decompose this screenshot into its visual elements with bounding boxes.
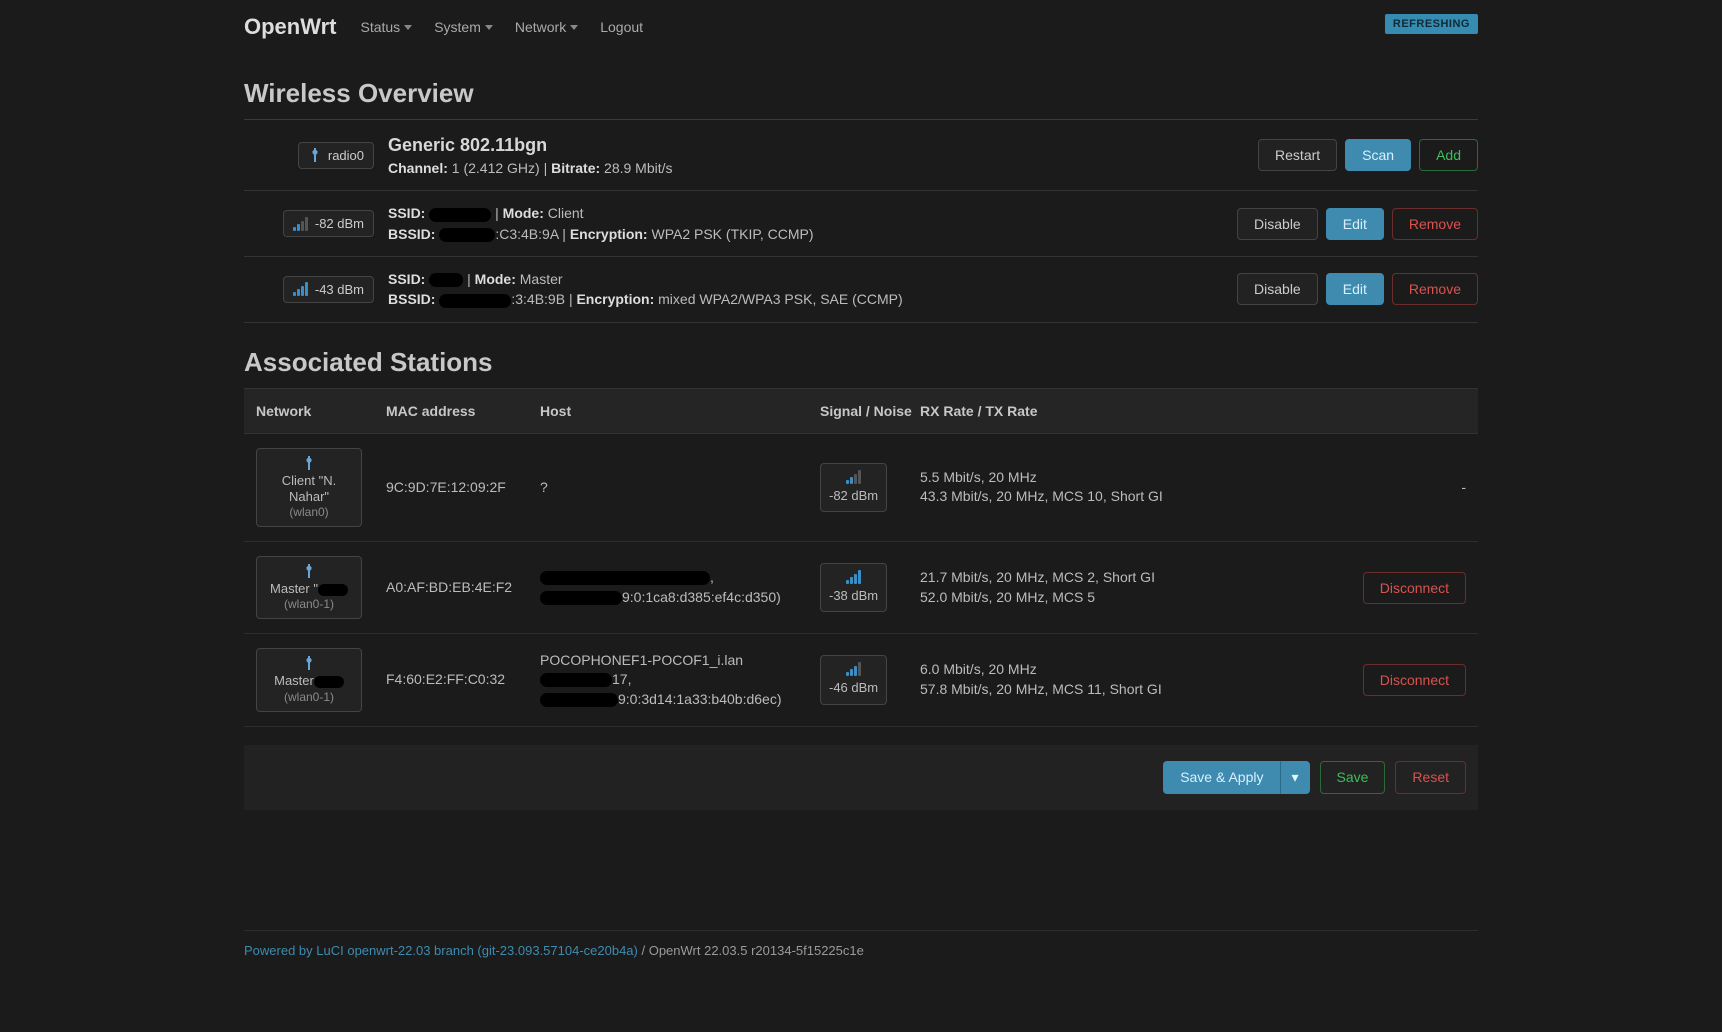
device-details: Channel: 1 (2.412 GHz) | Bitrate: 28.9 M… — [388, 158, 1224, 178]
signal-badge: -38 dBm — [820, 563, 887, 612]
stations-heading: Associated Stations — [244, 347, 1478, 378]
iface-line2: BSSID: :C3:4B:9A | Encryption: WPA2 PSK … — [388, 224, 1224, 244]
col-network: Network — [256, 403, 386, 419]
signal-icon — [846, 570, 862, 584]
brand: OpenWrt — [244, 14, 336, 40]
station-mac: A0:AF:BD:EB:4E:F2 — [386, 578, 540, 598]
navbar: OpenWrt Status System Network Logout REF… — [244, 0, 1478, 54]
station-rate: 21.7 Mbit/s, 20 MHz, MCS 2, Short GI 52.… — [920, 568, 1178, 607]
antenna-icon — [308, 148, 322, 162]
redacted — [429, 273, 463, 287]
chevron-down-icon — [570, 25, 578, 30]
network-badge: Master " (wlan0-1) — [256, 556, 362, 619]
signal-icon — [293, 282, 309, 296]
redacted — [540, 693, 618, 707]
col-host: Host — [540, 403, 820, 419]
redacted — [318, 584, 348, 596]
action-bar: Save & Apply ▾ Save Reset — [244, 745, 1478, 810]
signal-icon — [846, 662, 862, 676]
col-mac: MAC address — [386, 403, 540, 419]
device-title: Generic 802.11bgn — [388, 132, 1224, 158]
redacted — [540, 591, 622, 605]
disconnect-button[interactable]: Disconnect — [1363, 572, 1466, 604]
iface-line2: BSSID: :3:4B:9B | Encryption: mixed WPA2… — [388, 289, 1224, 309]
antenna-icon — [302, 656, 316, 670]
redacted — [439, 294, 511, 308]
disable-button[interactable]: Disable — [1237, 273, 1318, 305]
signal-icon — [293, 217, 309, 231]
signal-badge: -82 dBm — [820, 463, 887, 512]
chevron-down-icon — [485, 25, 493, 30]
save-apply-dropdown[interactable]: ▾ — [1280, 761, 1309, 794]
redacted — [429, 208, 491, 222]
nav-network[interactable]: Network — [515, 19, 578, 35]
add-button[interactable]: Add — [1419, 139, 1478, 171]
iface-row: -82 dBm SSID: | Mode: Client BSSID: :C3:… — [244, 191, 1478, 257]
footer: Powered by LuCI openwrt-22.03 branch (gi… — [244, 930, 1478, 970]
radio-badge: radio0 — [298, 142, 374, 169]
remove-button[interactable]: Remove — [1392, 273, 1478, 305]
station-host: , 9:0:1ca8:d385:ef4c:d350) — [540, 568, 820, 607]
edit-button[interactable]: Edit — [1326, 273, 1384, 305]
station-row: Master (wlan0-1) F4:60:E2:FF:C0:32 POCOP… — [244, 634, 1478, 726]
signal-icon — [846, 470, 862, 484]
refresh-badge[interactable]: REFRESHING — [1385, 14, 1478, 34]
nav-menu: Status System Network Logout — [360, 19, 643, 35]
antenna-icon — [302, 564, 316, 578]
radio-row: radio0 Generic 802.11bgn Channel: 1 (2.4… — [244, 120, 1478, 191]
station-host: POCOPHONEF1-POCOF1_i.lan 17, 9:0:3d14:1a… — [540, 651, 820, 710]
nav-system[interactable]: System — [434, 19, 493, 35]
iface-line1: SSID: | Mode: Master — [388, 269, 1224, 289]
overview-heading: Wireless Overview — [244, 78, 1478, 109]
signal-badge: -43 dBm — [283, 276, 374, 303]
redacted — [540, 673, 612, 687]
remove-button[interactable]: Remove — [1392, 208, 1478, 240]
station-rate: 6.0 Mbit/s, 20 MHz 57.8 Mbit/s, 20 MHz, … — [920, 660, 1178, 699]
table-header: Network MAC address Host Signal / Noise … — [244, 388, 1478, 434]
signal-badge: -46 dBm — [820, 655, 887, 704]
chevron-down-icon — [404, 25, 412, 30]
station-mac: F4:60:E2:FF:C0:32 — [386, 670, 540, 690]
col-rate: RX Rate / TX Rate — [920, 403, 1178, 419]
footer-link[interactable]: Powered by LuCI openwrt-22.03 branch (gi… — [244, 943, 638, 958]
station-mac: 9C:9D:7E:12:09:2F — [386, 478, 540, 498]
restart-button[interactable]: Restart — [1258, 139, 1337, 171]
signal-badge: -82 dBm — [283, 210, 374, 237]
disable-button[interactable]: Disable — [1237, 208, 1318, 240]
network-badge: Master (wlan0-1) — [256, 648, 362, 711]
save-button[interactable]: Save — [1320, 761, 1386, 794]
station-host: ? — [540, 478, 820, 498]
station-action: - — [1178, 478, 1466, 498]
nav-logout[interactable]: Logout — [600, 19, 643, 35]
station-rate: 5.5 Mbit/s, 20 MHz 43.3 Mbit/s, 20 MHz, … — [920, 468, 1178, 507]
antenna-icon — [302, 456, 316, 470]
save-apply-button[interactable]: Save & Apply — [1163, 761, 1280, 794]
iface-line1: SSID: | Mode: Client — [388, 203, 1224, 223]
radio-name: radio0 — [328, 148, 364, 163]
edit-button[interactable]: Edit — [1326, 208, 1384, 240]
redacted — [540, 571, 710, 585]
network-badge: Client "N. Nahar" (wlan0) — [256, 448, 362, 528]
col-signal: Signal / Noise — [820, 403, 920, 419]
station-row: Client "N. Nahar" (wlan0) 9C:9D:7E:12:09… — [244, 434, 1478, 543]
nav-status[interactable]: Status — [360, 19, 412, 35]
disconnect-button[interactable]: Disconnect — [1363, 664, 1466, 696]
iface-row: -43 dBm SSID: | Mode: Master BSSID: :3:4… — [244, 257, 1478, 323]
reset-button[interactable]: Reset — [1395, 761, 1466, 794]
scan-button[interactable]: Scan — [1345, 139, 1411, 171]
station-row: Master " (wlan0-1) A0:AF:BD:EB:4E:F2 , 9… — [244, 542, 1478, 634]
redacted — [439, 228, 495, 242]
redacted — [314, 676, 344, 688]
